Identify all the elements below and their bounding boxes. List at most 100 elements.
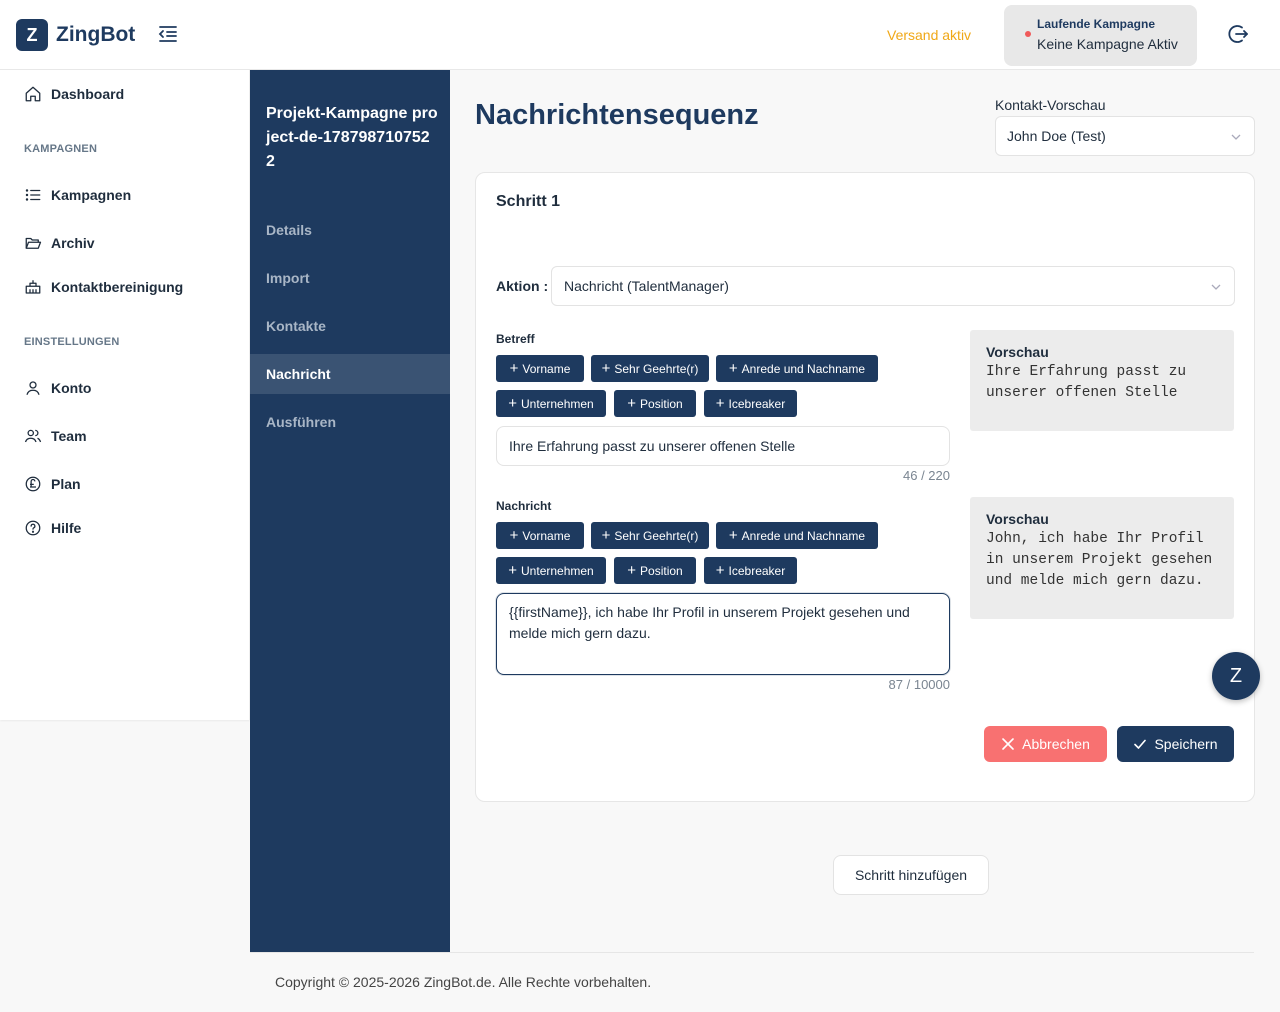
message-tag-company[interactable]: + Unternehmen bbox=[496, 557, 606, 584]
sidebar-item-campaigns[interactable]: Kampagnen bbox=[24, 186, 131, 204]
add-step-button[interactable]: Schritt hinzufügen bbox=[833, 855, 989, 895]
running-campaign-box[interactable]: Laufende Kampagne Keine Kampagne Aktiv bbox=[1004, 5, 1197, 66]
save-button[interactable]: Speichern bbox=[1117, 726, 1234, 762]
sidebar-item-label: Kampagnen bbox=[51, 187, 132, 203]
tag-label: Icebreaker bbox=[728, 396, 786, 411]
subject-tag-title-lastname[interactable]: + Anrede und Nachname bbox=[716, 355, 878, 382]
message-tag-title-lastname[interactable]: + Anrede und Nachname bbox=[716, 522, 878, 549]
sidebar-item-label: Hilfe bbox=[51, 520, 82, 536]
sending-status: Versand aktiv bbox=[887, 27, 972, 43]
message-textarea[interactable]: {{firstName}}, ich habe Ihr Profil in un… bbox=[496, 593, 950, 675]
home-icon bbox=[25, 86, 41, 102]
sidebar-item-contact-cleanup[interactable]: Kontaktbereinigung bbox=[24, 278, 183, 296]
chevron-down-icon bbox=[1231, 134, 1241, 140]
sidebar-item-label: Archiv bbox=[51, 235, 95, 251]
action-value: Nachricht (TalentManager) bbox=[564, 278, 729, 294]
sidebar: Dashboard KAMPAGNEN Kampagnen Archiv Kon… bbox=[0, 70, 250, 720]
top-bar: Z ZingBot Versand aktiv Laufende Kampagn… bbox=[0, 0, 1280, 70]
tag-label: Icebreaker bbox=[728, 563, 786, 578]
subject-input[interactable]: Ihre Erfahrung passt zu unserer offenen … bbox=[496, 426, 950, 466]
subject-label: Betreff bbox=[496, 332, 535, 346]
cancel-button[interactable]: Abbrechen bbox=[984, 726, 1107, 762]
running-campaign-value: Keine Kampagne Aktiv bbox=[1037, 36, 1178, 52]
project-title: Projekt-Kampagne project-de-178798710752… bbox=[266, 105, 438, 170]
plus-icon: + bbox=[627, 562, 637, 579]
logo[interactable]: Z ZingBot bbox=[16, 19, 135, 51]
plus-icon: + bbox=[508, 562, 518, 579]
message-preview-title: Vorschau bbox=[986, 511, 1049, 527]
campaign-status-dot bbox=[1025, 31, 1031, 37]
contact-preview-value: John Doe (Test) bbox=[1007, 128, 1106, 144]
plus-icon: + bbox=[509, 527, 519, 544]
message-tag-position[interactable]: + Position bbox=[614, 557, 696, 584]
menu-collapse-icon[interactable] bbox=[156, 22, 180, 46]
help-icon bbox=[25, 520, 41, 536]
subject-tag-company[interactable]: + Unternehmen bbox=[496, 390, 606, 417]
plus-icon: + bbox=[728, 360, 738, 377]
subject-tag-icebreaker[interactable]: + Icebreaker bbox=[704, 390, 797, 417]
sidebar-item-account[interactable]: Konto bbox=[24, 379, 91, 397]
team-icon bbox=[24, 429, 42, 443]
user-icon bbox=[26, 381, 40, 395]
action-select[interactable]: Nachricht (TalentManager) bbox=[551, 266, 1235, 306]
logout-icon[interactable] bbox=[1226, 22, 1250, 46]
sidebar-item-help[interactable]: Hilfe bbox=[24, 519, 81, 537]
message-counter: 87 / 10000 bbox=[888, 677, 950, 692]
action-label: Aktion : bbox=[496, 278, 548, 294]
sidebar-item-label: Konto bbox=[51, 380, 92, 396]
plus-icon: + bbox=[601, 360, 611, 377]
project-tab-message[interactable]: Nachricht bbox=[250, 354, 450, 394]
message-tag-salutation[interactable]: + Sehr Geehrte(r) bbox=[591, 522, 709, 549]
step-card: Schritt 1 Aktion : Nachricht (TalentMana… bbox=[475, 172, 1255, 802]
tag-label: Sehr Geehrte(r) bbox=[614, 361, 699, 376]
cancel-label: Abbrechen bbox=[1022, 736, 1090, 752]
message-tag-firstname[interactable]: + Vorname bbox=[496, 522, 584, 549]
sidebar-item-label: Plan bbox=[51, 476, 81, 492]
tag-label: Anrede und Nachname bbox=[741, 361, 866, 376]
plus-icon: + bbox=[715, 562, 725, 579]
sidebar-item-plan[interactable]: Plan bbox=[24, 475, 81, 493]
save-label: Speichern bbox=[1154, 736, 1218, 752]
tag-label: Anrede und Nachname bbox=[741, 528, 866, 543]
sidebar-item-label: Dashboard bbox=[51, 86, 125, 102]
project-tab-contacts[interactable]: Kontakte bbox=[250, 306, 450, 346]
message-tag-icebreaker[interactable]: + Icebreaker bbox=[704, 557, 797, 584]
contact-preview-select[interactable]: John Doe (Test) bbox=[995, 116, 1255, 156]
subject-tag-firstname[interactable]: + Vorname bbox=[496, 355, 584, 382]
app-name: ZingBot bbox=[56, 23, 136, 46]
sidebar-item-dashboard[interactable]: Dashboard bbox=[24, 85, 124, 103]
sidebar-item-team[interactable]: Team bbox=[24, 427, 87, 445]
sidebar-item-archive[interactable]: Archiv bbox=[24, 234, 95, 252]
sidebar-item-label: Kontaktbereinigung bbox=[51, 279, 184, 295]
folder-open-icon bbox=[25, 237, 42, 249]
subject-preview-text: Ihre Erfahrung passt zu unserer offenen … bbox=[986, 364, 1187, 401]
tag-label: Vorname bbox=[522, 361, 571, 376]
tag-label: Unternehmen bbox=[521, 396, 594, 411]
action-label-separator: : bbox=[543, 278, 549, 294]
section-campaigns: KAMPAGNEN bbox=[24, 143, 98, 155]
plus-icon: + bbox=[509, 360, 519, 377]
section-settings: EINSTELLUNGEN bbox=[24, 336, 120, 348]
tag-label: Unternehmen bbox=[521, 563, 594, 578]
subject-tag-salutation[interactable]: + Sehr Geehrte(r) bbox=[591, 355, 709, 382]
footer-copyright: Copyright © 2025-2026 ZingBot.de. Alle R… bbox=[275, 974, 652, 990]
chat-bubble-button[interactable]: Z bbox=[1212, 652, 1260, 700]
logo-badge: Z bbox=[16, 19, 48, 51]
subject-tag-position[interactable]: + Position bbox=[614, 390, 696, 417]
project-panel: Projekt-Kampagne project-de-178798710752… bbox=[250, 70, 450, 952]
tag-label: Vorname bbox=[522, 528, 571, 543]
project-tab-import[interactable]: Import bbox=[250, 258, 450, 298]
plus-icon: + bbox=[601, 527, 611, 544]
tag-label: Position bbox=[640, 396, 683, 411]
message-preview: Vorschau John, ich habe Ihr Profil in un… bbox=[970, 497, 1234, 619]
step-title: Schritt 1 bbox=[496, 193, 561, 210]
plus-icon: + bbox=[728, 527, 738, 544]
close-icon bbox=[1002, 738, 1014, 750]
project-tab-execute[interactable]: Ausführen bbox=[250, 402, 450, 442]
action-label-text: Aktion bbox=[496, 278, 540, 294]
project-tab-details[interactable]: Details bbox=[250, 210, 450, 250]
tag-label: Position bbox=[640, 563, 683, 578]
footer-divider bbox=[250, 952, 1254, 953]
plus-icon: + bbox=[627, 395, 637, 412]
chevron-down-icon bbox=[1211, 284, 1221, 290]
